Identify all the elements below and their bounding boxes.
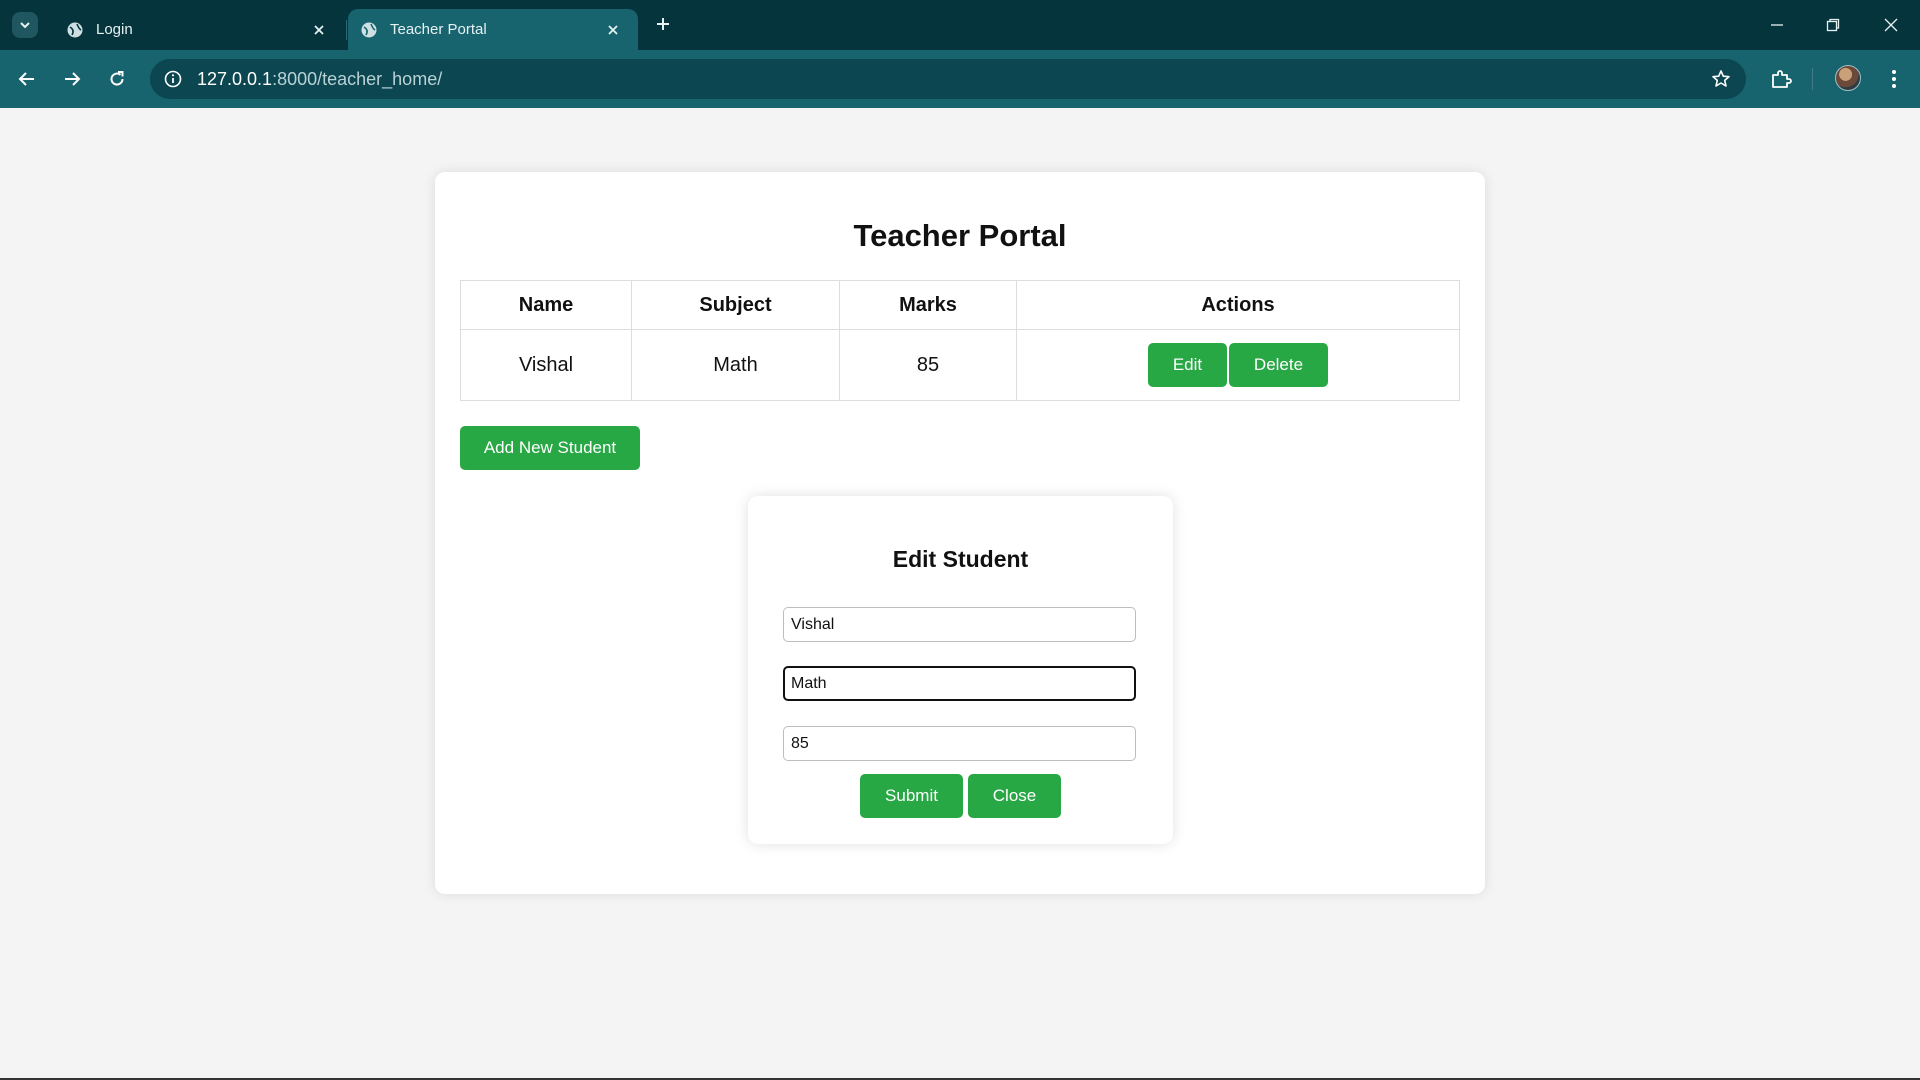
- edit-student-modal: Edit Student Submit Close: [748, 496, 1173, 844]
- modal-title: Edit Student: [892, 546, 1029, 572]
- new-tab-button[interactable]: [652, 13, 674, 35]
- menu-button[interactable]: [1878, 63, 1910, 95]
- submit-button[interactable]: Submit: [860, 774, 963, 818]
- page-title: Teacher Portal: [853, 218, 1067, 253]
- portal-card: Teacher Portal Name Subject Marks Action…: [435, 172, 1485, 894]
- browser-toolbar: 127.0.0.1:8000/teacher_home/: [0, 50, 1920, 108]
- close-tab-icon[interactable]: [308, 19, 330, 41]
- tab-separator: [346, 20, 347, 40]
- marks-field[interactable]: [783, 726, 1136, 761]
- url-host: 127.0.0.1: [197, 69, 273, 89]
- close-tab-icon[interactable]: [602, 19, 624, 41]
- minimize-icon: [1771, 24, 1783, 26]
- reload-button[interactable]: [101, 63, 133, 95]
- chevron-down-icon: [20, 22, 30, 29]
- site-info-icon[interactable]: [162, 68, 184, 90]
- name-field[interactable]: [783, 607, 1136, 642]
- restore-icon: [1826, 18, 1840, 32]
- close-window-button[interactable]: [1876, 10, 1906, 40]
- table-header-row: Name Subject Marks Actions: [460, 280, 1460, 330]
- plus-icon: [657, 18, 669, 30]
- header-subject: Subject: [631, 280, 840, 330]
- restore-button[interactable]: [1818, 10, 1848, 40]
- cell-marks: 85: [839, 329, 1017, 401]
- delete-button[interactable]: Delete: [1229, 343, 1328, 387]
- globe-icon: [360, 21, 378, 39]
- tab-search-button[interactable]: [12, 12, 38, 38]
- globe-icon: [66, 21, 84, 39]
- cell-actions: Edit Delete: [1016, 329, 1460, 401]
- cell-name: Vishal: [460, 329, 632, 401]
- edit-button[interactable]: Edit: [1148, 343, 1227, 387]
- students-table: Name Subject Marks Actions Vishal Math 8…: [460, 280, 1460, 401]
- forward-button[interactable]: [56, 63, 88, 95]
- cell-subject: Math: [631, 329, 840, 401]
- profile-avatar[interactable]: [1835, 65, 1861, 91]
- close-button[interactable]: Close: [968, 774, 1061, 818]
- extensions-button[interactable]: [1765, 63, 1797, 95]
- url-text: 127.0.0.1:8000/teacher_home/: [197, 69, 442, 90]
- add-new-student-button[interactable]: Add New Student: [460, 426, 640, 470]
- address-bar[interactable]: 127.0.0.1:8000/teacher_home/: [150, 59, 1746, 99]
- minimize-button[interactable]: [1762, 10, 1792, 40]
- table-row: Vishal Math 85 Edit Delete: [460, 329, 1460, 401]
- tab-teacher-portal[interactable]: Teacher Portal: [348, 9, 638, 50]
- arrow-right-icon: [65, 72, 81, 86]
- header-marks: Marks: [839, 280, 1017, 330]
- tab-strip: Login Teacher Portal: [0, 0, 1920, 50]
- tab-login[interactable]: Login: [54, 9, 344, 50]
- puzzle-icon: [1772, 70, 1792, 88]
- tab-label: Login: [96, 21, 133, 38]
- tab-label: Teacher Portal: [390, 21, 487, 38]
- toolbar-separator: [1812, 68, 1813, 90]
- back-button[interactable]: [11, 63, 43, 95]
- bookmark-star-icon[interactable]: [1710, 68, 1732, 90]
- url-path: :8000/teacher_home/: [272, 69, 443, 89]
- close-icon: [1884, 18, 1898, 32]
- header-name: Name: [460, 280, 632, 330]
- more-vertical-icon: [1892, 70, 1896, 88]
- subject-field[interactable]: [783, 666, 1136, 701]
- arrow-left-icon: [18, 72, 34, 86]
- reload-icon: [110, 71, 124, 86]
- header-actions: Actions: [1016, 280, 1460, 330]
